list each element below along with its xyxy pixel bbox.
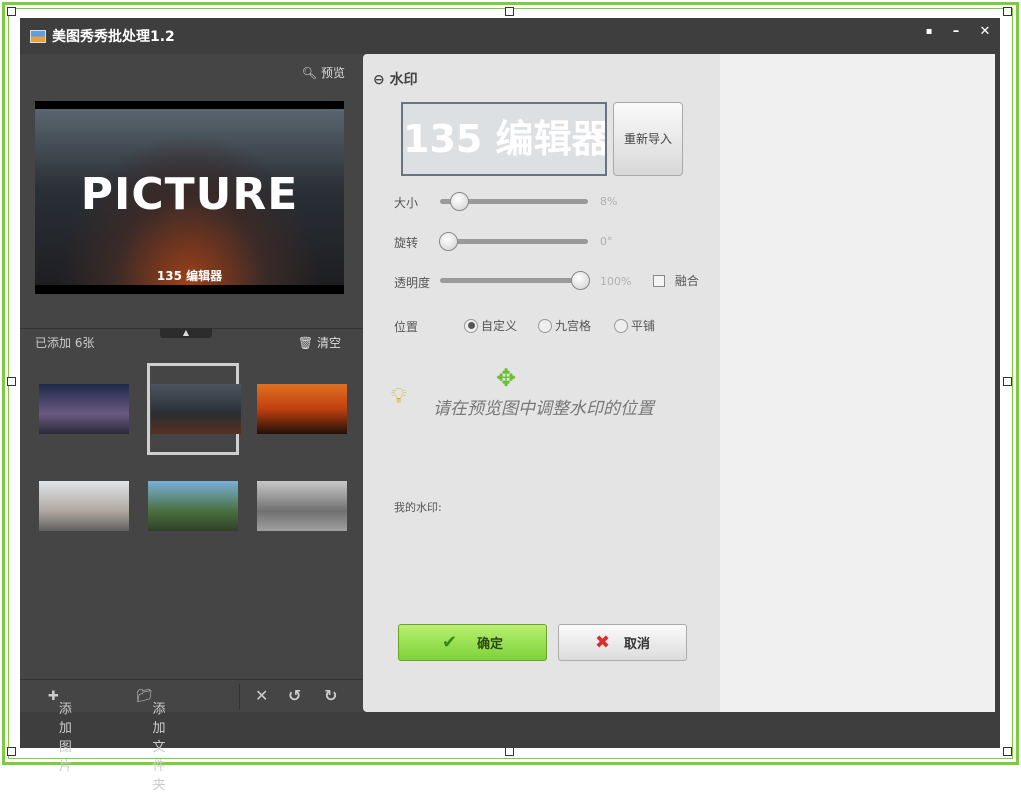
right-blank-area [720, 54, 995, 712]
watermark-preview-text: 135 编辑器 [403, 117, 607, 161]
watermark-overlay[interactable]: 135 编辑器 [35, 267, 344, 284]
rotate-slider[interactable] [439, 232, 588, 251]
feedback-icon[interactable]: ▪ [920, 26, 938, 37]
radio-circle[interactable] [464, 318, 478, 333]
thumbnail[interactable] [148, 481, 238, 531]
rotate-label: 旋转 [394, 236, 419, 250]
resize-handle[interactable] [505, 7, 514, 16]
thumbnail[interactable] [257, 481, 347, 531]
resize-handle[interactable] [1003, 7, 1012, 16]
resize-handle[interactable] [7, 747, 16, 756]
opacity-value: 100% [600, 275, 632, 288]
preview-label: 预览 [320, 66, 345, 80]
size-label: 大小 [394, 196, 419, 210]
reimport-button[interactable]: 重新导入 [613, 102, 683, 176]
cancel-button[interactable]: ✖ 取消 [558, 624, 687, 661]
opacity-label: 透明度 [394, 276, 431, 290]
add-folder-label: 添加文件夹 [152, 702, 166, 793]
window-title: 美图秀秀批处理1.2 [52, 29, 175, 45]
thumbnail[interactable] [39, 481, 129, 531]
image-list-panel: 🔍︎ 预览 PICTURE 135 编辑器 ▲ 已添加 6张 🗑︎ 清空 ✚ 添… [20, 54, 363, 793]
panel-title: 水印 [389, 72, 418, 88]
add-image-button[interactable]: ✚ 添加图片 [48, 689, 72, 774]
ok-label: 确定 [477, 637, 504, 652]
preview-icon: 🔍︎ [301, 65, 317, 80]
radio-label: 九宫格 [555, 319, 592, 333]
size-slider[interactable] [440, 192, 588, 211]
slider-knob[interactable] [571, 271, 590, 290]
ok-button[interactable]: ✔ 确定 [398, 624, 547, 661]
image-count: 已添加 6张 [35, 336, 95, 350]
add-image-label: 添加图片 [58, 702, 72, 774]
position-label: 位置 [394, 320, 419, 334]
my-watermark-label: 我的水印: [394, 501, 442, 514]
resize-handle[interactable] [505, 747, 514, 756]
move-arrows-icon: ✥ [496, 364, 517, 392]
radio-circle[interactable] [538, 318, 552, 333]
resize-handle[interactable] [7, 7, 16, 16]
thumbnail[interactable] [39, 384, 129, 434]
rotate-left-icon[interactable]: ↺ [288, 686, 301, 705]
rotate-right-icon[interactable]: ↻ [324, 686, 337, 705]
check-icon: ✔ [441, 632, 458, 653]
preview-button[interactable]: 🔍︎ 预览 [302, 64, 345, 81]
back-button[interactable]: ⊖ 水印 [373, 69, 418, 89]
watermark-preview: 135 编辑器 [401, 102, 607, 176]
resize-handle[interactable] [7, 377, 16, 386]
rotate-value: 0° [600, 235, 613, 248]
clear-button[interactable]: 🗑︎ 清空 [298, 334, 341, 351]
resize-handle[interactable] [1003, 747, 1012, 756]
collapse-toggle[interactable]: ▲ [160, 328, 212, 338]
toolbar-divider [239, 684, 240, 710]
delete-icon[interactable]: ✕ [255, 686, 268, 705]
blend-label: 融合 [674, 274, 699, 288]
lightbulb-icon: 💡︎ [391, 384, 407, 409]
radio-tile[interactable]: 平铺 [614, 317, 655, 334]
watermark-panel: ⊖ 水印 135 编辑器 重新导入 大小 8% 旋转 0° 透明度 100% 融… [363, 54, 720, 712]
slider-knob[interactable] [449, 192, 469, 211]
blend-checkbox[interactable]: 融合 [653, 272, 699, 289]
radio-grid[interactable]: 九宫格 [538, 317, 591, 334]
thumbnail[interactable] [257, 384, 347, 434]
resize-handle[interactable] [1003, 377, 1012, 386]
preview-photo: PICTURE 135 编辑器 [35, 109, 344, 285]
app-window: 美图秀秀批处理1.2 ▪ – ✕ 🔍︎ 预览 PICTURE 135 编辑器 ▲… [20, 18, 1000, 793]
position-hint: 请在预览图中调整水印的位置 [433, 399, 654, 419]
preview-image[interactable]: PICTURE 135 编辑器 [35, 101, 344, 294]
cancel-label: 取消 [624, 637, 651, 652]
opacity-slider[interactable] [440, 271, 590, 290]
clear-label: 清空 [316, 336, 341, 350]
thumbnail[interactable] [151, 384, 241, 434]
add-folder-button[interactable]: 📁︎ 添加文件夹 [136, 689, 166, 793]
title-bar: 美图秀秀批处理1.2 [30, 26, 175, 46]
radio-circle[interactable] [614, 318, 628, 333]
minimize-button[interactable]: – [947, 24, 965, 39]
radio-label: 自定义 [481, 319, 518, 333]
x-icon: ✖ [594, 632, 611, 653]
slider-knob[interactable] [439, 232, 458, 251]
app-icon [30, 29, 46, 43]
close-button[interactable]: ✕ [976, 24, 994, 39]
radio-label: 平铺 [631, 319, 656, 333]
bottom-toolbar: ✚ 添加图片 📁︎ 添加文件夹 ✕ ↺ ↻ [20, 679, 363, 793]
radio-custom[interactable]: 自定义 [464, 317, 517, 334]
checkbox-box[interactable] [653, 274, 665, 287]
photo-text: PICTURE [80, 169, 299, 220]
size-value: 8% [600, 195, 618, 208]
